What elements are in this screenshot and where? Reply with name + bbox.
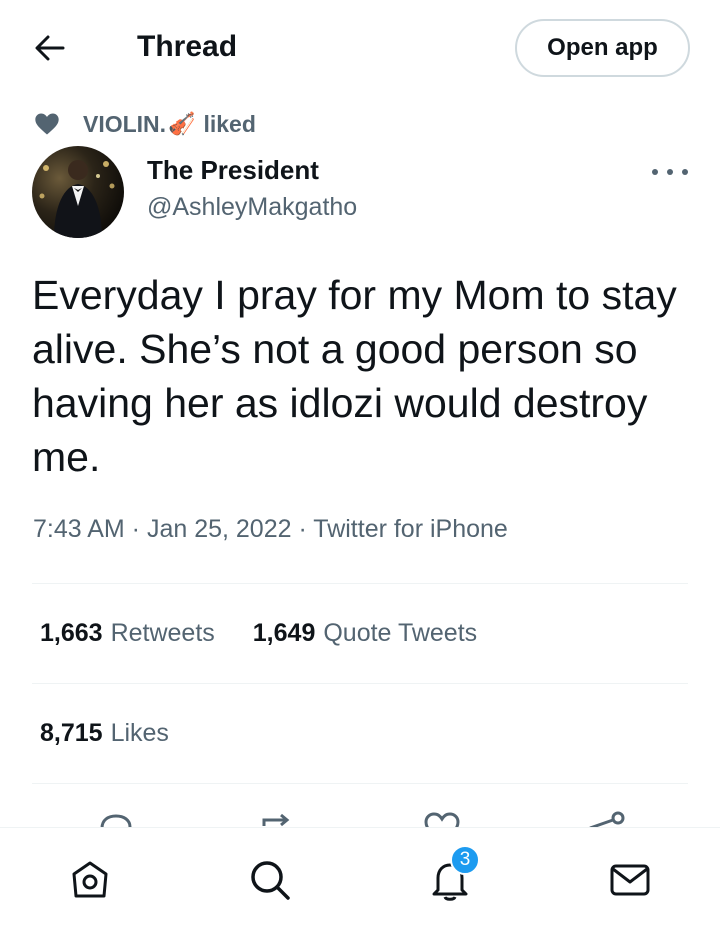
- reply-icon: [100, 814, 132, 828]
- nav-search[interactable]: [248, 858, 292, 902]
- divider: [32, 683, 688, 684]
- retweets-count: 1,663: [40, 618, 103, 647]
- likes-count: 8,715: [40, 718, 103, 747]
- tweet-meta: 7:43 AM · Jan 25, 2022 · Twitter for iPh…: [33, 515, 508, 543]
- stats-row: 1,663 Retweets 1,649 Quote Tweets: [40, 615, 515, 651]
- retweets-stat[interactable]: 1,663 Retweets: [40, 619, 215, 648]
- top-bar: Thread Open app: [0, 0, 720, 96]
- search-icon: [251, 861, 290, 900]
- quote-tweets-count: 1,649: [252, 618, 316, 647]
- divider: [32, 583, 688, 584]
- reply-button[interactable]: [96, 808, 136, 828]
- page-title: Thread: [137, 30, 238, 63]
- tweet-time[interactable]: 7:43 AM: [33, 515, 125, 543]
- violin-emoji: 🎻: [168, 111, 196, 136]
- share-icon: [589, 811, 625, 828]
- more-options-button[interactable]: [652, 160, 688, 184]
- like-icon: [424, 812, 460, 828]
- open-app-button[interactable]: Open app: [515, 19, 690, 77]
- avatar-image: [39, 160, 115, 238]
- share-button[interactable]: [586, 808, 626, 828]
- social-context: VIOLIN. 🎻 liked: [33, 108, 256, 140]
- avatar[interactable]: [32, 146, 124, 238]
- likes-label: Likes: [110, 718, 169, 747]
- back-button[interactable]: [30, 30, 70, 66]
- retweet-button[interactable]: [256, 808, 296, 828]
- author-handle[interactable]: @AshleyMakgatho: [147, 193, 357, 222]
- nav-home[interactable]: [68, 858, 112, 902]
- liker-name[interactable]: VIOLIN.: [83, 111, 166, 138]
- divider: [32, 783, 688, 784]
- author-name[interactable]: The President: [147, 155, 319, 186]
- home-icon: [72, 861, 108, 898]
- retweets-label: Retweets: [110, 618, 215, 647]
- arrow-left-icon: [35, 35, 65, 61]
- tweet-source[interactable]: Twitter for iPhone: [313, 515, 508, 543]
- likes-stat[interactable]: 8,715 Likes: [40, 719, 169, 748]
- tweet-date[interactable]: Jan 25, 2022: [147, 515, 292, 543]
- more-dot-icon: [667, 169, 673, 175]
- quote-tweets-stat[interactable]: 1,649 Quote Tweets: [253, 619, 477, 648]
- retweet-icon: [262, 813, 290, 827]
- heart-icon: [35, 113, 59, 135]
- more-dot-icon: [682, 169, 688, 175]
- likes-row: 8,715 Likes: [40, 715, 207, 751]
- bottom-navigation: 3: [0, 827, 720, 927]
- more-dot-icon: [652, 169, 658, 175]
- like-button[interactable]: [422, 808, 462, 828]
- liked-label: liked: [203, 110, 256, 137]
- quote-tweets-label: Quote Tweets: [323, 618, 478, 647]
- tweet-text: Everyday I pray for my Mom to stay alive…: [32, 272, 677, 480]
- notifications-badge: 3: [450, 845, 480, 875]
- messages-icon: [610, 864, 650, 896]
- nav-messages[interactable]: [608, 858, 652, 902]
